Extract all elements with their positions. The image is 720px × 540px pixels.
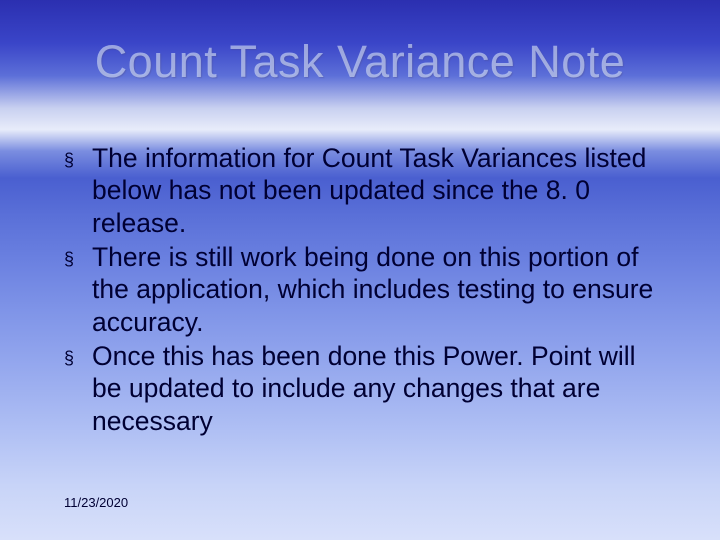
footer-date: 11/23/2020 — [64, 495, 128, 510]
bullet-text: Once this has been done this Power. Poin… — [92, 340, 660, 437]
list-item: § The information for Count Task Varianc… — [64, 142, 660, 239]
list-item: § Once this has been done this Power. Po… — [64, 340, 660, 437]
bullet-icon: § — [64, 340, 92, 375]
bullet-text: The information for Count Task Variances… — [92, 142, 660, 239]
bullet-icon: § — [64, 241, 92, 276]
bullet-icon: § — [64, 142, 92, 177]
list-item: § There is still work being done on this… — [64, 241, 660, 338]
bullet-text: There is still work being done on this p… — [92, 241, 660, 338]
slide-body: § The information for Count Task Varianc… — [64, 142, 660, 439]
slide-title: Count Task Variance Note — [0, 36, 720, 88]
